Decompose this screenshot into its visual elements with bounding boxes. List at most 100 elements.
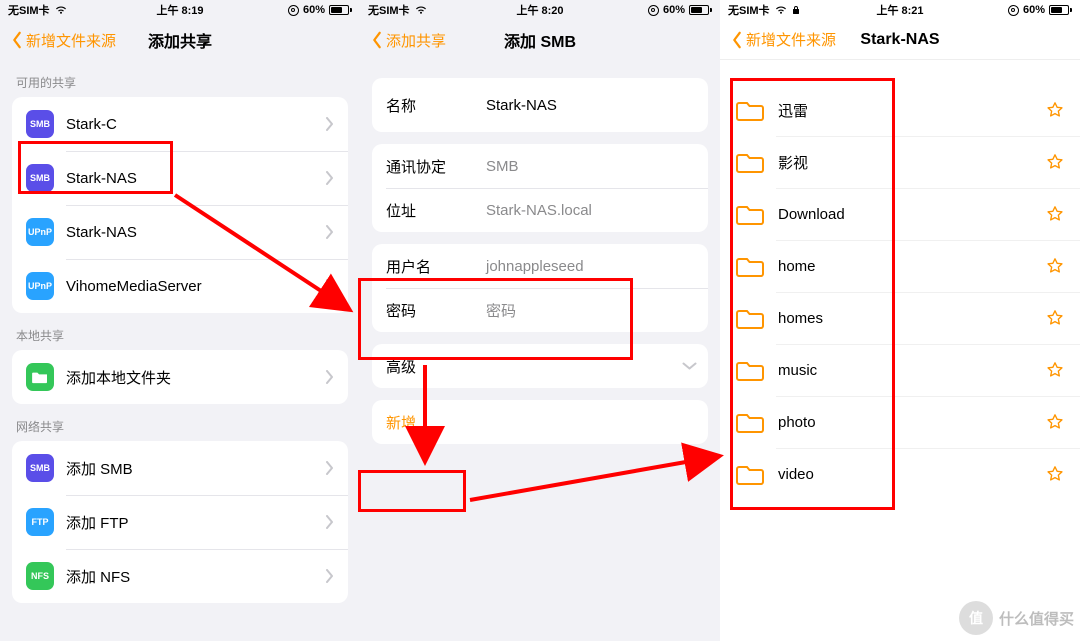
clock: 上午 8:21 bbox=[876, 2, 923, 18]
name-value: Stark-NAS bbox=[486, 97, 694, 114]
back-label: 新增文件来源 bbox=[26, 30, 116, 51]
star-icon[interactable] bbox=[1046, 361, 1064, 379]
nfs-icon: NFS bbox=[26, 562, 54, 590]
folder-icon bbox=[736, 202, 764, 226]
protocol-label: 通讯协定 bbox=[386, 156, 486, 177]
section-available: 可用的共享 bbox=[0, 60, 360, 97]
battery-icon bbox=[1049, 5, 1072, 15]
share-row-stark-nas-smb[interactable]: SMB Stark-NAS bbox=[12, 151, 348, 205]
folder-icon bbox=[736, 462, 764, 486]
folder-icon bbox=[736, 98, 764, 122]
page-title: 添加共享 bbox=[148, 28, 212, 52]
back-button[interactable]: 添加共享 bbox=[370, 30, 446, 51]
star-icon[interactable] bbox=[1046, 413, 1064, 431]
name-label: 名称 bbox=[386, 95, 486, 116]
status-bar: 无SIM卡 上午 8:20 60% bbox=[360, 0, 720, 20]
protocol-value: SMB bbox=[486, 158, 694, 175]
carrier-text: 无SIM卡 bbox=[368, 2, 410, 18]
sync-icon bbox=[288, 5, 299, 16]
chevron-right-icon bbox=[325, 370, 334, 384]
battery-pct: 60% bbox=[1023, 4, 1045, 16]
star-icon[interactable] bbox=[1046, 153, 1064, 171]
protocol-row[interactable]: 通讯协定 SMB bbox=[372, 144, 708, 188]
battery-icon bbox=[329, 5, 352, 15]
share-row-stark-nas-upnp[interactable]: UPnP Stark-NAS bbox=[12, 205, 348, 259]
wifi-icon bbox=[774, 5, 788, 15]
folder-label: 迅雷 bbox=[778, 100, 1046, 121]
clock: 上午 8:20 bbox=[516, 2, 563, 18]
credentials-card: 用户名 johnappleseed 密码 密码 bbox=[372, 244, 708, 332]
wifi-icon bbox=[54, 5, 68, 15]
advanced-label: 高级 bbox=[386, 356, 685, 377]
username-placeholder: johnappleseed bbox=[486, 258, 694, 275]
add-nfs-row[interactable]: NFS 添加 NFS bbox=[12, 549, 348, 603]
add-card: 新增 bbox=[372, 400, 708, 444]
password-row[interactable]: 密码 密码 bbox=[372, 288, 708, 332]
lock-icon bbox=[792, 5, 800, 15]
folder-icon bbox=[736, 358, 764, 382]
back-button[interactable]: 新增文件来源 bbox=[10, 30, 116, 51]
folder-row[interactable]: home bbox=[720, 240, 1080, 292]
chevron-right-icon bbox=[325, 117, 334, 131]
folder-row[interactable]: Download bbox=[720, 188, 1080, 240]
watermark-text: 什么值得买 bbox=[999, 608, 1074, 629]
upnp-icon: UPnP bbox=[26, 272, 54, 300]
pane-stark-nas: 无SIM卡 上午 8:21 60% 新增文件来源 Stark-NAS 迅雷 影视 bbox=[720, 0, 1080, 641]
carrier-text: 无SIM卡 bbox=[8, 2, 50, 18]
add-button[interactable]: 新增 bbox=[372, 400, 708, 444]
folder-plus-icon bbox=[26, 363, 54, 391]
folder-row[interactable]: 影视 bbox=[720, 136, 1080, 188]
net-label: 添加 NFS bbox=[66, 566, 325, 587]
folder-row[interactable]: homes bbox=[720, 292, 1080, 344]
share-row-stark-c[interactable]: SMB Stark-C bbox=[12, 97, 348, 151]
share-label: VihomeMediaServer bbox=[66, 278, 325, 295]
chevron-right-icon bbox=[325, 461, 334, 475]
name-card: 名称 Stark-NAS bbox=[372, 78, 708, 132]
add-local-folder-row[interactable]: 添加本地文件夹 bbox=[12, 350, 348, 404]
star-icon[interactable] bbox=[1046, 205, 1064, 223]
chevron-right-icon bbox=[325, 569, 334, 583]
folder-label: photo bbox=[778, 414, 1046, 431]
folder-row[interactable]: music bbox=[720, 344, 1080, 396]
carrier-text: 无SIM卡 bbox=[728, 2, 770, 18]
folder-row[interactable]: 迅雷 bbox=[720, 84, 1080, 136]
share-row-vihome[interactable]: UPnP VihomeMediaServer bbox=[12, 259, 348, 313]
chevron-left-icon bbox=[10, 31, 24, 49]
folder-row[interactable]: photo bbox=[720, 396, 1080, 448]
chevron-right-icon bbox=[325, 515, 334, 529]
username-row[interactable]: 用户名 johnappleseed bbox=[372, 244, 708, 288]
pane-add-smb: 无SIM卡 上午 8:20 60% 添加共享 添加 SMB 名称 Stark-N… bbox=[360, 0, 720, 641]
folder-icon bbox=[736, 410, 764, 434]
folder-label: music bbox=[778, 362, 1046, 379]
net-label: 添加 SMB bbox=[66, 458, 325, 479]
star-icon[interactable] bbox=[1046, 101, 1064, 119]
back-button[interactable]: 新增文件来源 bbox=[730, 29, 836, 50]
status-bar: 无SIM卡 上午 8:19 60% bbox=[0, 0, 360, 20]
navbar: 新增文件来源 Stark-NAS bbox=[720, 20, 1080, 60]
share-label: Stark-NAS bbox=[66, 170, 325, 187]
clock: 上午 8:19 bbox=[156, 2, 203, 18]
share-label: Stark-C bbox=[66, 116, 325, 133]
ftp-icon: FTP bbox=[26, 508, 54, 536]
address-row[interactable]: 位址 Stark-NAS.local bbox=[372, 188, 708, 232]
address-label: 位址 bbox=[386, 200, 486, 221]
smb-icon: SMB bbox=[26, 110, 54, 138]
name-row[interactable]: 名称 Stark-NAS bbox=[372, 78, 708, 132]
star-icon[interactable] bbox=[1046, 309, 1064, 327]
advanced-row[interactable]: 高级 bbox=[372, 344, 708, 388]
pane-add-share: 无SIM卡 上午 8:19 60% 新增文件来源 添加共享 可用的共享 SMB … bbox=[0, 0, 360, 641]
folder-row[interactable]: video bbox=[720, 448, 1080, 500]
chevron-left-icon bbox=[730, 31, 744, 49]
folder-label: 影视 bbox=[778, 152, 1046, 173]
add-smb-row[interactable]: SMB 添加 SMB bbox=[12, 441, 348, 495]
net-label: 添加 FTP bbox=[66, 512, 325, 533]
folder-label: home bbox=[778, 258, 1046, 275]
star-icon[interactable] bbox=[1046, 465, 1064, 483]
available-shares-card: SMB Stark-C SMB Stark-NAS UPnP Stark-NAS… bbox=[12, 97, 348, 313]
star-icon[interactable] bbox=[1046, 257, 1064, 275]
add-ftp-row[interactable]: FTP 添加 FTP bbox=[12, 495, 348, 549]
wifi-icon bbox=[414, 5, 428, 15]
chevron-left-icon bbox=[370, 31, 384, 49]
battery-icon bbox=[689, 5, 712, 15]
folder-list: 迅雷 影视 Download home homes bbox=[720, 60, 1080, 500]
